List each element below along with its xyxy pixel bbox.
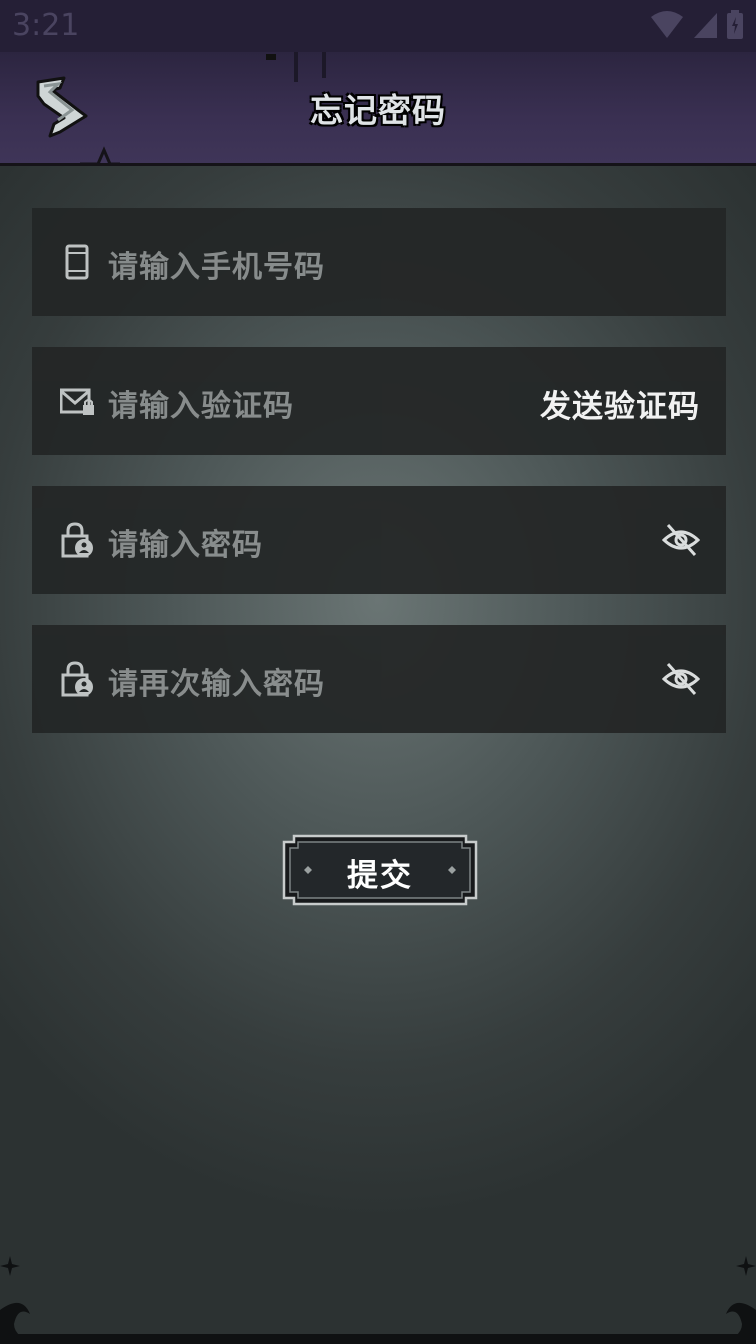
password-field[interactable]: 请输入密码 (32, 486, 726, 594)
submit-button-label: 提交 (347, 858, 413, 894)
mail-lock-icon (60, 388, 94, 415)
password-input-placeholder: 请输入密码 (108, 528, 263, 563)
bottom-edge (0, 1334, 756, 1344)
page-title: 忘记密码 (310, 91, 446, 130)
status-icons (650, 10, 744, 40)
corner-decoration-left (0, 1256, 40, 1344)
battery-icon (727, 10, 743, 39)
phone-field[interactable]: 请输入手机号码 (32, 208, 726, 316)
lock-user-icon (61, 522, 93, 558)
lock-user-icon (61, 661, 93, 697)
signal-icon (694, 13, 717, 38)
app-header: 忘记密码 (0, 52, 756, 166)
header-decoration (80, 146, 120, 166)
status-bar: 3:21 (0, 0, 756, 52)
app-root: 3:21 忘记密码 请输入手机号码 请输入验证码 发送验证码 请输入密码 请再次… (0, 0, 756, 1344)
header-drip-decoration (266, 52, 326, 82)
eye-off-icon[interactable] (662, 522, 700, 558)
confirm-password-field[interactable]: 请再次输入密码 (32, 625, 726, 733)
verification-code-field[interactable]: 请输入验证码 发送验证码 (32, 347, 726, 455)
send-code-button[interactable]: 发送验证码 (540, 381, 700, 426)
eye-off-icon[interactable] (662, 661, 700, 697)
wifi-icon (651, 11, 683, 38)
submit-button[interactable]: 提交 (282, 834, 478, 906)
corner-decoration-right (716, 1256, 756, 1344)
phone-icon (65, 244, 89, 280)
verification-code-placeholder: 请输入验证码 (108, 389, 294, 424)
confirm-password-placeholder: 请再次输入密码 (108, 667, 325, 702)
phone-input-placeholder: 请输入手机号码 (108, 250, 325, 285)
status-time: 3:21 (12, 8, 80, 43)
